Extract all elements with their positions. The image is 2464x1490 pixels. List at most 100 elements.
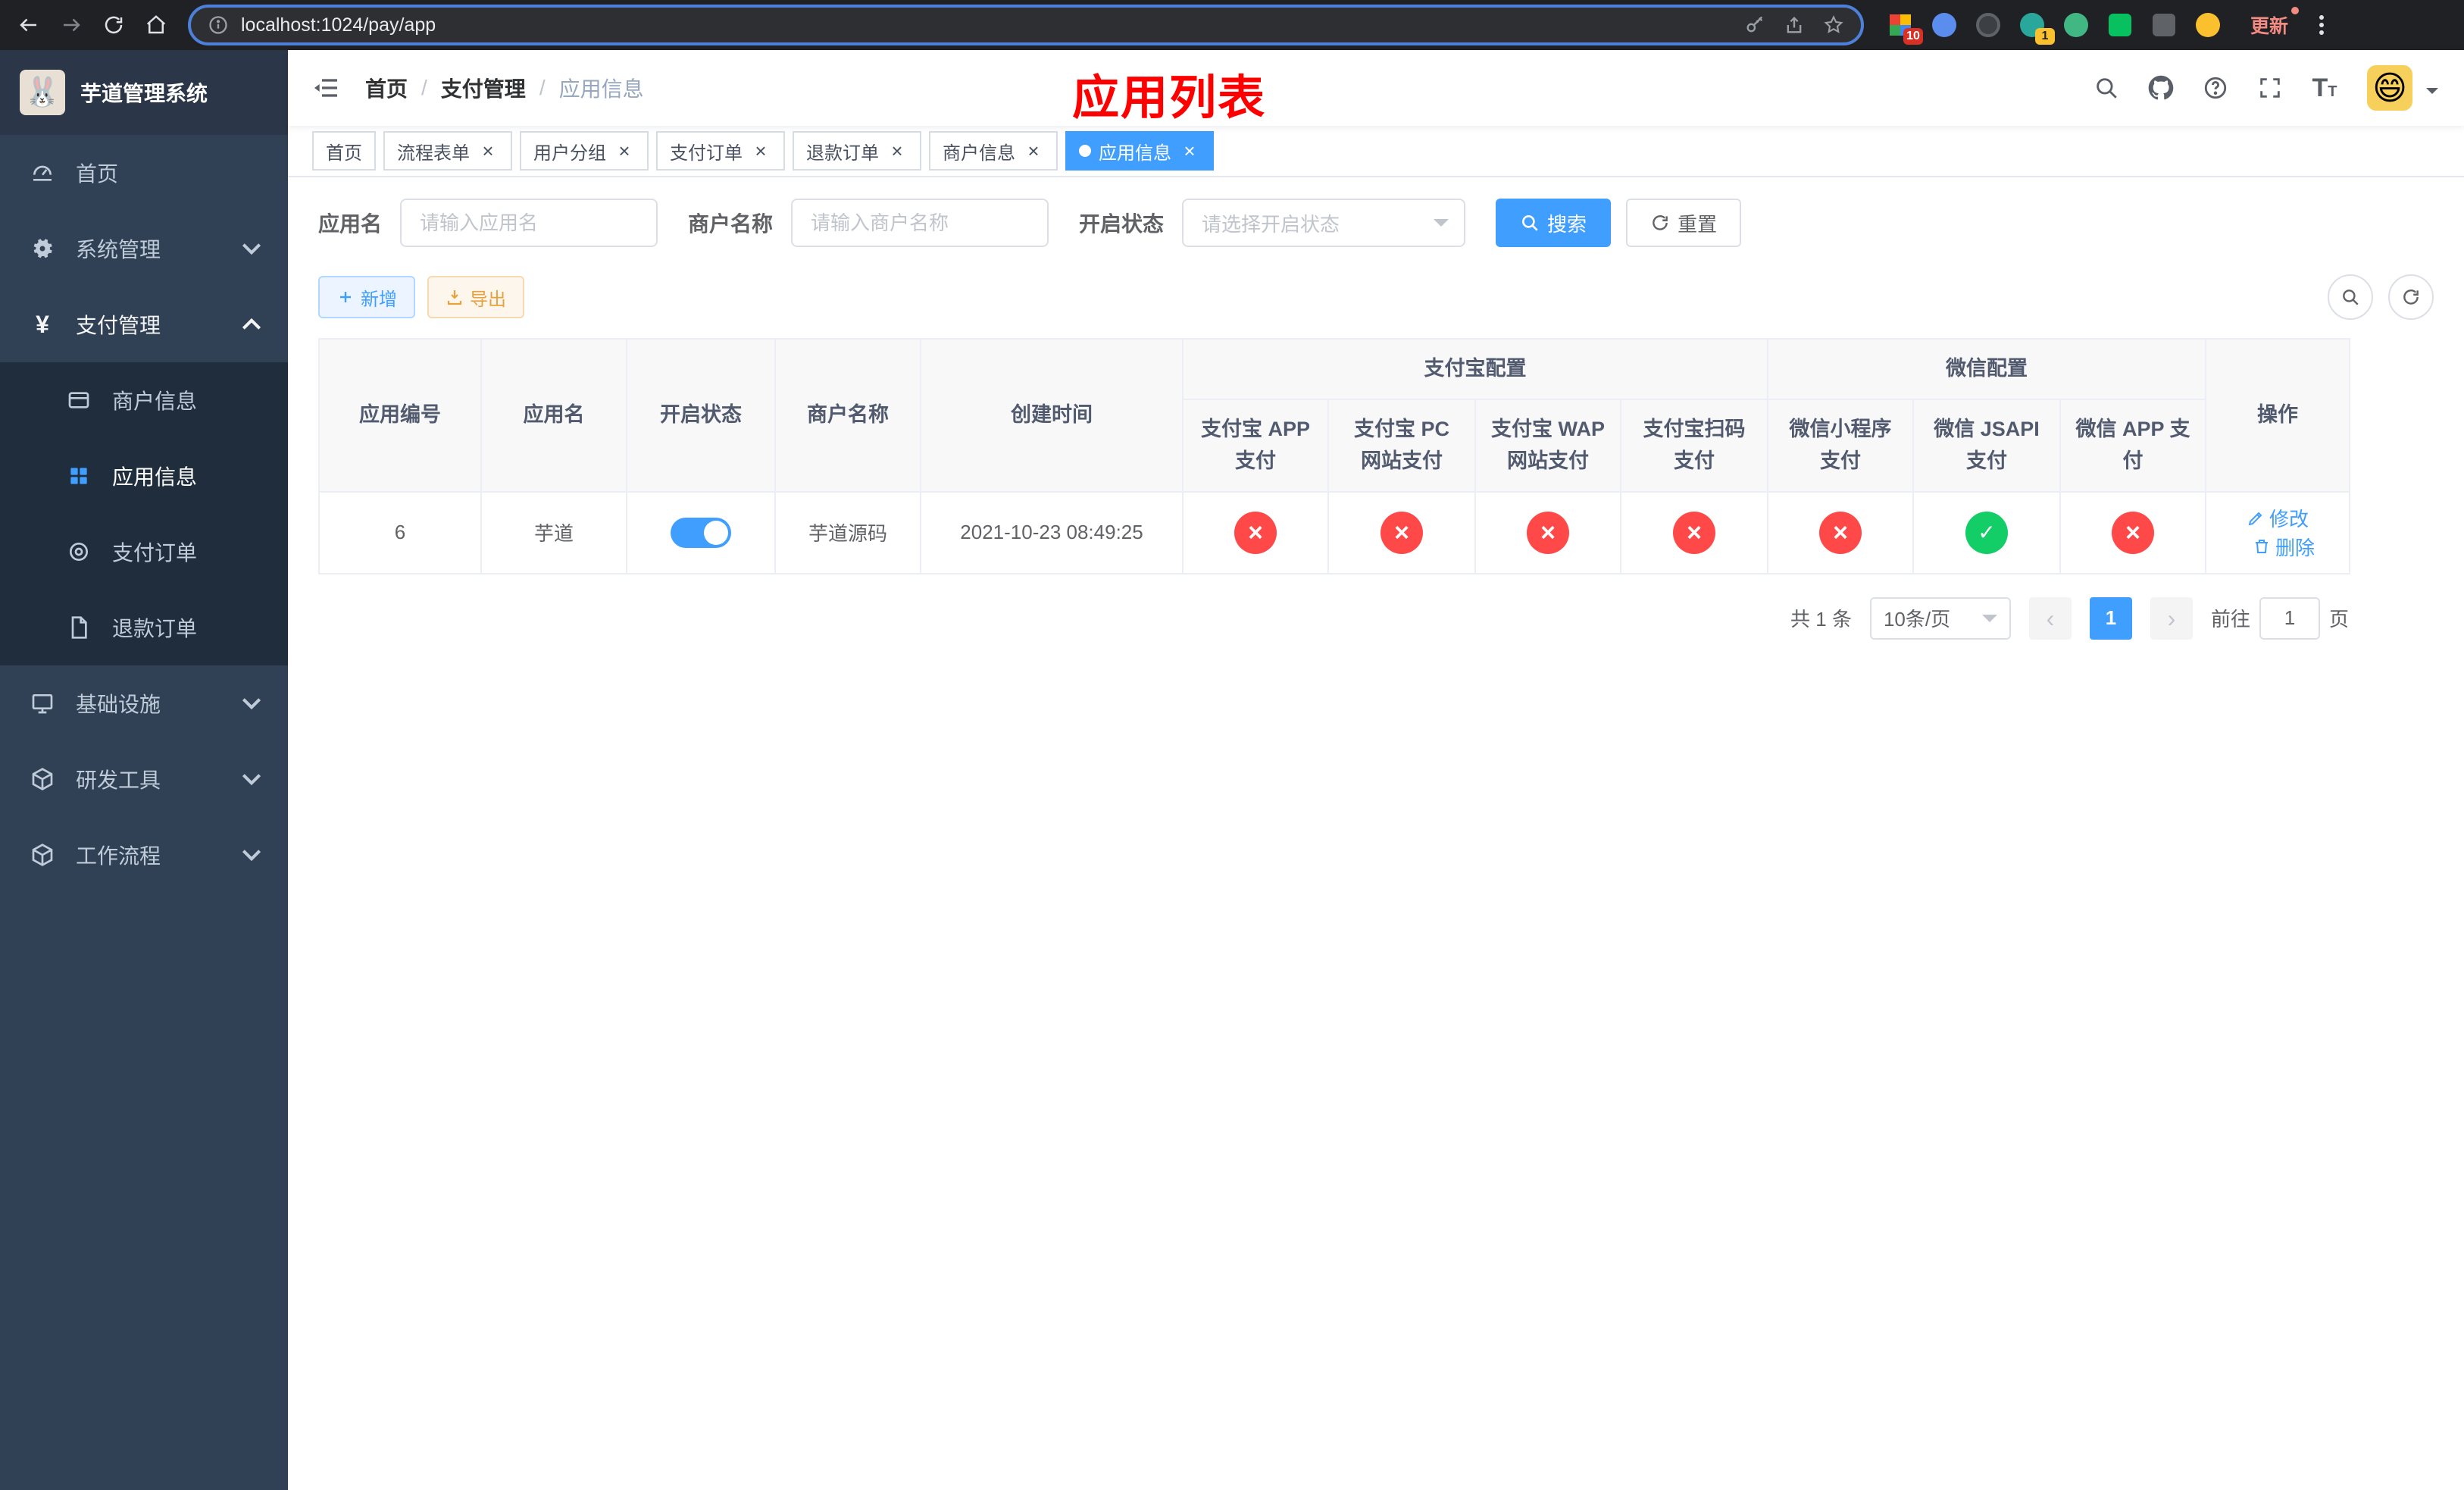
status-error-icon: × xyxy=(1673,511,1715,554)
tag-pay-order[interactable]: 支付订单 xyxy=(656,131,785,171)
close-icon[interactable] xyxy=(1179,140,1200,161)
close-icon[interactable] xyxy=(1023,140,1044,161)
avatar-caret-icon[interactable] xyxy=(2426,88,2438,100)
bookmark-star-icon[interactable] xyxy=(1823,14,1844,36)
status-error-icon: × xyxy=(1527,511,1569,554)
cell-alipay-app: × xyxy=(1182,490,1329,574)
tag-refund-order[interactable]: 退款订单 xyxy=(793,131,921,171)
toggle-search-button[interactable] xyxy=(2328,274,2373,320)
refresh-icon xyxy=(1653,215,1668,230)
page-jump-input[interactable] xyxy=(2259,596,2320,640)
extension-gem-icon[interactable] xyxy=(1929,10,1959,40)
github-icon[interactable] xyxy=(2137,64,2185,112)
annotation-title: 应用列表 xyxy=(1072,72,1267,124)
col-group-alipay: 支付宝配置 xyxy=(1182,338,1768,400)
extensions-row: 10 1 xyxy=(1885,10,2223,45)
close-icon[interactable] xyxy=(886,140,908,161)
merchant-name-input[interactable] xyxy=(793,200,1048,246)
sidebar-item-workflow[interactable]: 工作流程 xyxy=(0,817,288,893)
export-button[interactable]: 导出 xyxy=(427,276,524,318)
close-icon[interactable] xyxy=(477,140,499,161)
screen: localhost:1024/pay/app 10 1 更新 🐰 芋道管理系统 … xyxy=(0,0,2464,1490)
cell-wechat-mini: × xyxy=(1767,490,1914,574)
status-toggle[interactable] xyxy=(671,517,731,548)
dashboard-icon xyxy=(33,165,52,181)
sidebar-item-pay-order[interactable]: 支付订单 xyxy=(0,514,288,590)
address-bar[interactable]: localhost:1024/pay/app xyxy=(188,5,1864,45)
extension-grid-icon[interactable]: 10 xyxy=(1885,10,1923,45)
merchant-name-label: 商户名称 xyxy=(688,212,774,236)
sidebar-item-label: 首页 xyxy=(76,162,119,186)
tag-label: 商户信息 xyxy=(943,142,1015,164)
tag-app-info[interactable]: 应用信息 xyxy=(1065,131,1214,171)
pagination: 共 1 条 10条/页 1 前往 页 xyxy=(318,596,2349,640)
refresh-table-button[interactable] xyxy=(2388,274,2434,320)
browser-update-button[interactable]: 更新 xyxy=(2241,5,2300,45)
add-button[interactable]: 新增 xyxy=(318,276,415,318)
sidebar-item-home[interactable]: 首页 xyxy=(0,135,288,211)
password-key-icon[interactable] xyxy=(1744,14,1765,36)
app-name-input[interactable] xyxy=(402,200,657,246)
chevron-down-icon xyxy=(242,850,261,862)
edit-link[interactable]: 修改 xyxy=(2247,504,2309,532)
tag-process-form[interactable]: 流程表单 xyxy=(383,131,512,171)
page-size-select[interactable]: 10条/页 xyxy=(1869,596,2011,640)
toolbar-right xyxy=(2328,274,2434,320)
filter-app-name: 应用名 xyxy=(318,199,658,247)
sidebar-item-refund-order[interactable]: 退款订单 xyxy=(0,590,288,665)
search-button[interactable]: 搜索 xyxy=(1496,199,1612,247)
close-icon[interactable] xyxy=(750,140,771,161)
sidebar-logo[interactable]: 🐰 芋道管理系统 xyxy=(0,50,288,135)
breadcrumb-payment[interactable]: 支付管理 xyxy=(441,73,526,103)
extension-avatar-icon[interactable]: 1 xyxy=(2017,10,2055,45)
tag-home[interactable]: 首页 xyxy=(312,131,376,171)
cell-app-name: 芋道 xyxy=(480,490,627,574)
tag-user-group[interactable]: 用户分组 xyxy=(520,131,649,171)
fullscreen-icon[interactable] xyxy=(2246,64,2294,112)
app-frame: 🐰 芋道管理系统 首页 系统管理 支付管理 xyxy=(0,50,2464,1490)
home-icon[interactable] xyxy=(136,5,176,45)
sidebar-item-payment[interactable]: 支付管理 xyxy=(0,286,288,362)
col-status: 开启状态 xyxy=(626,338,776,493)
cell-app-id: 6 xyxy=(318,490,482,574)
prev-page-button[interactable] xyxy=(2028,596,2072,640)
reset-button[interactable]: 重置 xyxy=(1626,199,1742,247)
sidebar-item-app-info[interactable]: 应用信息 xyxy=(0,438,288,514)
extension-green-icon[interactable] xyxy=(2061,10,2091,40)
sidebar-item-label: 应用信息 xyxy=(112,465,198,489)
extension-pin-icon[interactable] xyxy=(2149,10,2179,40)
extension-wechat-icon[interactable] xyxy=(2105,10,2135,40)
sidebar-item-infrastructure[interactable]: 基础设施 xyxy=(0,665,288,741)
share-icon[interactable] xyxy=(1784,14,1805,36)
url-text[interactable]: localhost:1024/pay/app xyxy=(241,14,1732,36)
page-content: 应用名 商户名称 开启状态 请选择开启状态 xyxy=(288,177,2464,1490)
browser-menu-icon[interactable] xyxy=(2306,8,2337,42)
extension-badge: 1 xyxy=(2035,28,2055,45)
user-avatar[interactable]: 😄 xyxy=(2367,65,2412,111)
extension-emoji-icon[interactable] xyxy=(2193,10,2223,40)
col-created-at: 创建时间 xyxy=(920,338,1184,493)
reload-icon[interactable] xyxy=(94,5,133,45)
forward-icon[interactable] xyxy=(52,5,91,45)
sidebar-item-merchant-info[interactable]: 商户信息 xyxy=(0,362,288,438)
file-icon xyxy=(71,616,87,639)
add-button-label: 新增 xyxy=(361,289,397,310)
back-icon[interactable] xyxy=(9,5,48,45)
tag-merchant-info[interactable]: 商户信息 xyxy=(929,131,1058,171)
extension-dark-icon[interactable] xyxy=(1973,10,2003,40)
page-number-current[interactable]: 1 xyxy=(2089,596,2132,640)
breadcrumb-home[interactable]: 首页 xyxy=(365,73,408,103)
font-size-icon[interactable] xyxy=(2300,64,2349,112)
cell-wechat-app: × xyxy=(2059,490,2207,574)
next-page-button[interactable] xyxy=(2150,596,2193,640)
sidebar-item-system[interactable]: 系统管理 xyxy=(0,211,288,286)
sidebar-item-dev-tools[interactable]: 研发工具 xyxy=(0,741,288,817)
site-info-icon[interactable] xyxy=(208,14,229,36)
help-icon[interactable] xyxy=(2191,64,2240,112)
cube-icon xyxy=(32,844,53,866)
search-icon[interactable] xyxy=(2082,64,2131,112)
status-select[interactable]: 请选择开启状态 xyxy=(1182,199,1466,247)
close-icon[interactable] xyxy=(614,140,635,161)
delete-link[interactable]: 删除 xyxy=(2253,533,2315,561)
hamburger-icon[interactable] xyxy=(311,73,341,103)
